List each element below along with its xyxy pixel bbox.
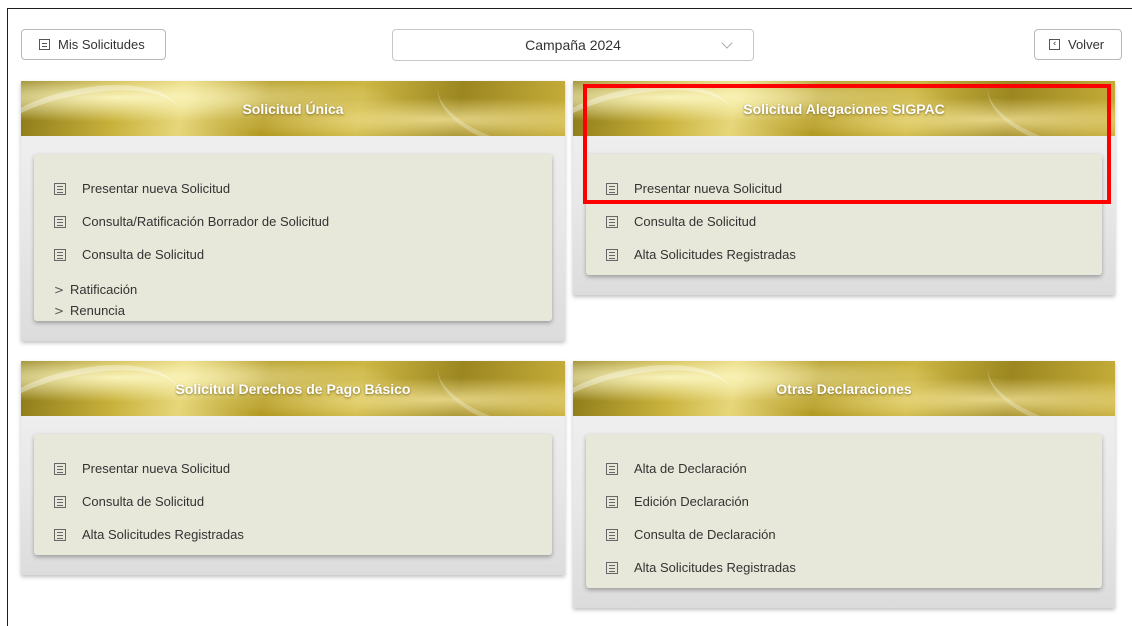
menu-item-label: Consulta de Declaración bbox=[634, 527, 776, 542]
menu-item-presentar[interactable]: Presentar nueva Solicitud bbox=[606, 172, 1102, 205]
menu-item-label: Edición Declaración bbox=[634, 494, 749, 509]
list-icon bbox=[54, 495, 66, 508]
card-title: Solicitud Única bbox=[242, 100, 344, 117]
card-solicitud-unica: Solicitud Única Presentar nueva Solicitu… bbox=[21, 81, 565, 341]
menu-item-label: Consulta de Solicitud bbox=[634, 214, 757, 229]
card-title: Solicitud Derechos de Pago Básico bbox=[175, 380, 411, 397]
menu-item-alta-registradas[interactable]: Alta Solicitudes Registradas bbox=[606, 238, 1102, 271]
list-icon bbox=[606, 215, 618, 228]
card-menu-panel: Presentar nueva Solicitud Consulta de So… bbox=[34, 434, 552, 555]
menu-item-label: Presentar nueva Solicitud bbox=[82, 461, 231, 476]
expand-item-label: Ratificación bbox=[70, 282, 138, 297]
menu-item-alta-declaracion[interactable]: Alta de Declaración bbox=[606, 452, 1102, 485]
back-icon: ‹ bbox=[1049, 39, 1060, 50]
list-icon bbox=[54, 528, 66, 541]
menu-item-presentar[interactable]: Presentar nueva Solicitud bbox=[54, 452, 552, 485]
menu-item-label: Alta Solicitudes Registradas bbox=[634, 247, 796, 262]
menu-item-label: Presentar nueva Solicitud bbox=[82, 181, 231, 196]
list-icon bbox=[606, 462, 618, 475]
menu-item-consulta[interactable]: Consulta de Solicitud bbox=[606, 205, 1102, 238]
menu-item-edicion-declaracion[interactable]: Edición Declaración bbox=[606, 485, 1102, 518]
card-title: Solicitud Alegaciones SIGPAC bbox=[743, 100, 945, 117]
my-requests-label: Mis Solicitudes bbox=[58, 37, 145, 52]
menu-item-label: Alta de Declaración bbox=[634, 461, 747, 476]
card-menu-panel: Presentar nueva Solicitud Consulta/Ratif… bbox=[34, 154, 552, 321]
menu-item-label: Consulta de Solicitud bbox=[82, 494, 205, 509]
list-icon bbox=[606, 561, 618, 574]
list-icon bbox=[54, 215, 66, 228]
chevron-right-icon: > bbox=[54, 303, 65, 318]
menu-item-alta-registradas[interactable]: Alta Solicitudes Registradas bbox=[54, 518, 552, 551]
list-icon bbox=[606, 528, 618, 541]
my-requests-button[interactable]: Mis Solicitudes bbox=[21, 29, 166, 60]
campaign-select[interactable]: Campaña 2024 bbox=[392, 29, 754, 61]
menu-item-label: Alta Solicitudes Registradas bbox=[634, 560, 796, 575]
back-label: Volver bbox=[1068, 37, 1105, 52]
menu-item-consulta[interactable]: Consulta de Solicitud bbox=[54, 485, 552, 518]
back-button[interactable]: ‹ Volver bbox=[1034, 29, 1122, 60]
menu-item-label: Alta Solicitudes Registradas bbox=[82, 527, 244, 542]
menu-item-alta-registradas[interactable]: Alta Solicitudes Registradas bbox=[606, 551, 1102, 584]
expand-item-ratificacion[interactable]: > Ratificación bbox=[54, 279, 552, 300]
menu-item-consulta[interactable]: Consulta de Solicitud bbox=[54, 238, 552, 271]
list-icon bbox=[39, 39, 50, 50]
campaign-selected-value: Campaña 2024 bbox=[525, 37, 621, 53]
menu-item-consulta-ratificacion[interactable]: Consulta/Ratificación Borrador de Solici… bbox=[54, 205, 552, 238]
chevron-down-icon bbox=[721, 37, 733, 49]
menu-item-presentar[interactable]: Presentar nueva Solicitud bbox=[54, 172, 552, 205]
list-icon bbox=[606, 495, 618, 508]
card-derechos-pago-basico: Solicitud Derechos de Pago Básico Presen… bbox=[21, 361, 565, 575]
menu-item-label: Consulta/Ratificación Borrador de Solici… bbox=[82, 214, 330, 229]
list-icon bbox=[54, 462, 66, 475]
card-menu-panel: Presentar nueva Solicitud Consulta de So… bbox=[586, 154, 1102, 275]
expand-item-renuncia[interactable]: > Renuncia bbox=[54, 300, 552, 321]
card-title: Otras Declaraciones bbox=[776, 380, 912, 397]
menu-item-label: Presentar nueva Solicitud bbox=[634, 181, 783, 196]
chevron-right-icon: > bbox=[54, 282, 65, 297]
card-otras-declaraciones: Otras Declaraciones Alta de Declaración … bbox=[573, 361, 1115, 608]
expand-item-label: Renuncia bbox=[70, 303, 125, 318]
list-icon bbox=[54, 182, 66, 195]
list-icon bbox=[606, 248, 618, 261]
menu-item-label: Consulta de Solicitud bbox=[82, 247, 205, 262]
card-alegaciones-sigpac: Solicitud Alegaciones SIGPAC Presentar n… bbox=[573, 81, 1115, 295]
card-menu-panel: Alta de Declaración Edición Declaración … bbox=[586, 434, 1102, 588]
list-icon bbox=[54, 248, 66, 261]
list-icon bbox=[606, 182, 618, 195]
menu-item-consulta-declaracion[interactable]: Consulta de Declaración bbox=[606, 518, 1102, 551]
